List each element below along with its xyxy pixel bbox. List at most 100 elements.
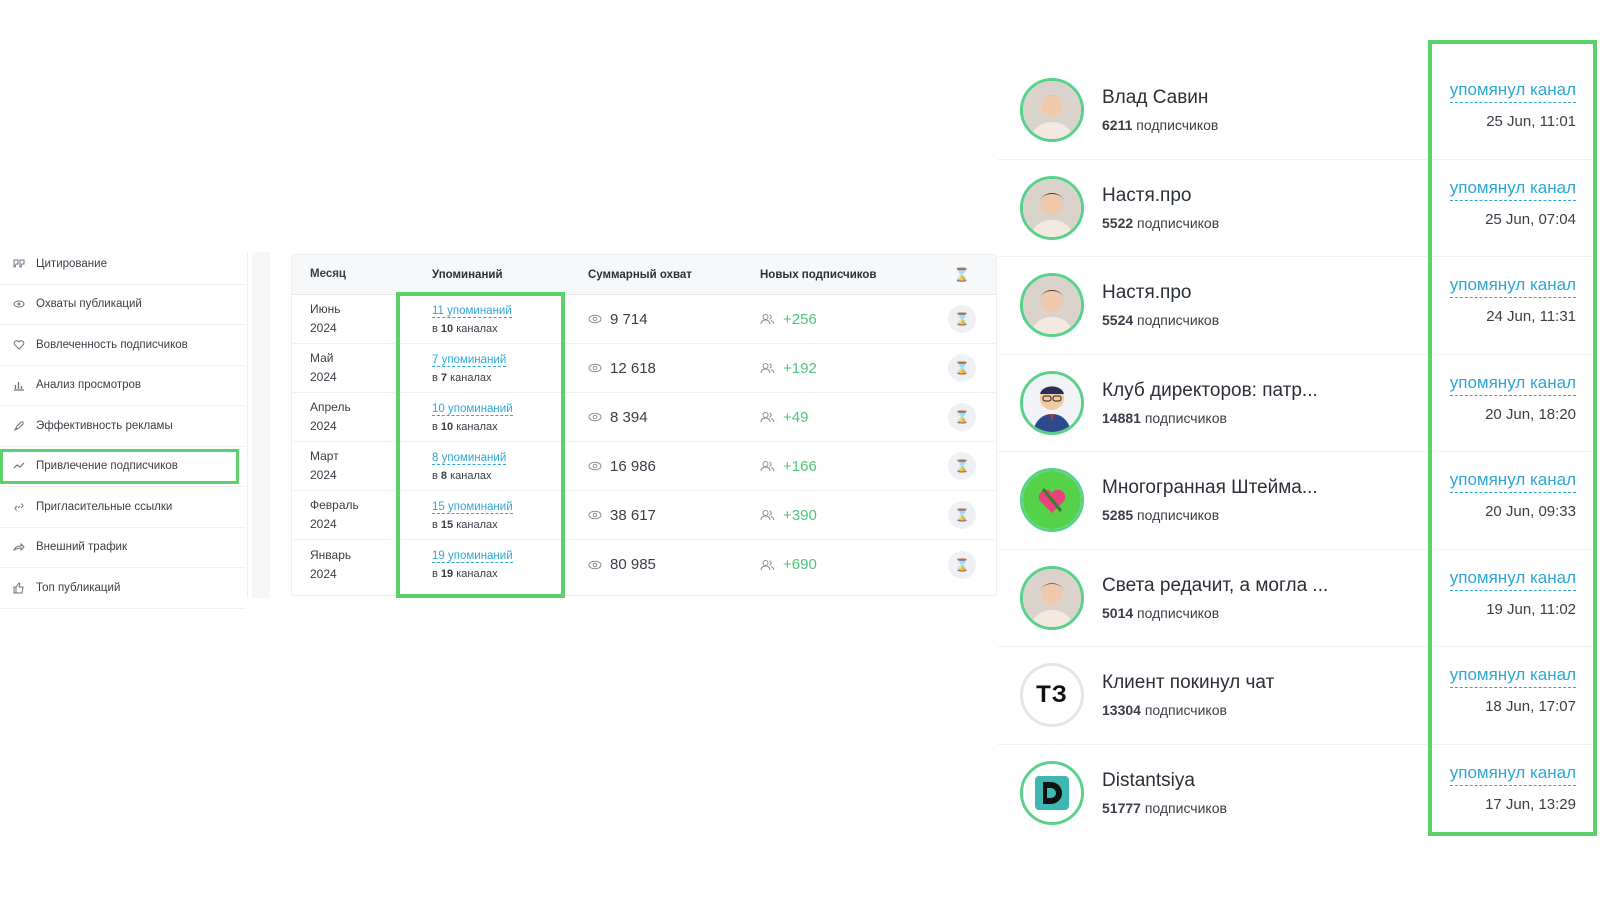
mentions-link[interactable]: 7 упоминаний xyxy=(432,353,507,367)
month-name: Май xyxy=(310,351,334,365)
avatar[interactable] xyxy=(1020,273,1084,338)
avatar-text: ТЗ xyxy=(1036,681,1068,709)
mentions-link[interactable]: 8 упоминаний xyxy=(432,451,507,465)
row-action-button[interactable]: ⌛ xyxy=(948,403,976,431)
sidebar-item-invite-links[interactable]: Пригласительные ссылки xyxy=(0,487,245,528)
row-new-subs: +166 xyxy=(752,458,932,475)
list-item[interactable]: Многогранная Штейма... 5285 подписчиков уп… xyxy=(998,452,1598,550)
mention-link[interactable]: упомянул канал xyxy=(1449,373,1576,396)
row-action-button[interactable]: ⌛ xyxy=(948,550,976,579)
row-month: Март 2024 xyxy=(292,447,408,485)
sidebar-item-label: Внешний трафик xyxy=(36,541,128,554)
avatar[interactable] xyxy=(1020,370,1084,435)
mention-link[interactable]: упомянул канал xyxy=(1449,763,1576,786)
mention-link[interactable]: упомянул канал xyxy=(1449,568,1576,591)
avatar[interactable] xyxy=(1020,468,1084,533)
sidebar-item-citations[interactable]: Цитирование xyxy=(0,244,245,285)
list-item[interactable]: Влад Савин 6211 подписчиков упомянул канал… xyxy=(998,62,1598,160)
sidebar-item-label: Цитирование xyxy=(36,257,107,270)
list-item[interactable]: ТЗ Клиент покинул чат 13304 подписчиков упо… xyxy=(998,647,1598,745)
row-mentions: 11 упоминаний в 10 каналах xyxy=(408,301,580,338)
avatar[interactable] xyxy=(1020,761,1084,826)
list-item[interactable]: Настя.про 5524 подписчиков упомянул канал 2… xyxy=(998,257,1598,355)
row-action-button[interactable]: ⌛ xyxy=(948,452,976,480)
row-mentions: 7 упоминаний в 7 каналах xyxy=(408,350,580,387)
mention-link[interactable]: упомянул канал xyxy=(1449,275,1576,298)
mentions-link[interactable]: 10 упоминаний xyxy=(432,402,513,416)
eye-icon xyxy=(588,508,602,522)
sidebar-divider xyxy=(247,252,248,598)
channel-name[interactable]: Света редачит, а могла ... xyxy=(1102,575,1422,597)
sidebar-item-label: Охваты публикаций xyxy=(36,298,142,311)
sidebar-item-label: Топ публикаций xyxy=(36,581,121,594)
channel-name[interactable]: Многогранная Штейма... xyxy=(1102,477,1422,499)
mention-link[interactable]: упомянул канал xyxy=(1449,178,1576,201)
header-new-subs[interactable]: Новых подписчиков xyxy=(752,269,932,281)
trend-icon xyxy=(12,459,26,473)
eye-icon xyxy=(12,297,26,311)
users-icon xyxy=(760,459,775,473)
mention-link[interactable]: упомянул канал xyxy=(1449,665,1576,688)
mentions-link[interactable]: 15 упоминаний xyxy=(432,500,513,514)
row-action-button[interactable]: ⌛ xyxy=(948,354,976,382)
mention-date: 24 Jun, 11:31 xyxy=(1486,308,1576,325)
channel-name[interactable]: Клуб директоров: патр... xyxy=(1102,380,1422,402)
sidebar-item-label: Эффективность рекламы xyxy=(36,419,173,432)
mentions-link[interactable]: 11 упоминаний xyxy=(432,304,512,318)
month-name: Март xyxy=(310,449,339,463)
header-mentions[interactable]: Упоминаний xyxy=(408,266,580,284)
row-action-button[interactable]: ⌛ xyxy=(948,501,976,529)
avatar[interactable] xyxy=(1020,565,1084,630)
channel-name[interactable]: Настя.про xyxy=(1102,185,1422,207)
header-month[interactable]: Месяц xyxy=(292,265,408,284)
month-year: 2024 xyxy=(310,566,337,581)
mention-meta: упомянул канал 20 Jun, 18:20 xyxy=(1449,373,1576,423)
mention-link[interactable]: упомянул канал xyxy=(1449,470,1576,493)
subscriber-count: 5522 подписчиков xyxy=(1102,214,1220,231)
sidebar-item-label: Вовлеченность подписчиков xyxy=(36,338,188,351)
sidebar-item-external-traffic[interactable]: Внешний трафик xyxy=(0,528,245,568)
sidebar-item-views[interactable]: Анализ просмотров xyxy=(0,366,245,406)
list-item[interactable]: Настя.про 5522 подписчиков упомянул канал 2… xyxy=(998,160,1598,257)
sidebar-gutter xyxy=(252,252,270,598)
row-reach: 9 714 xyxy=(580,311,752,328)
channels-count: в 7 каналах xyxy=(432,371,492,384)
month-name: Июнь xyxy=(310,302,341,316)
mention-meta: упомянул канал 20 Jun, 09:33 xyxy=(1449,470,1576,520)
channel-info: Настя.про 5522 подписчиков xyxy=(1102,185,1422,231)
list-item[interactable]: Клуб директоров: патр... 14881 подписчико… xyxy=(998,355,1598,452)
sidebar-item-ads[interactable]: Эффективность рекламы xyxy=(0,406,245,447)
subscriber-count: 51777 подписчиков xyxy=(1102,800,1227,817)
channel-name[interactable]: Влад Савин xyxy=(1102,87,1422,109)
row-action-button[interactable]: ⌛ xyxy=(948,305,976,333)
list-item[interactable]: Света редачит, а могла ... 5014 подписчик… xyxy=(998,550,1598,647)
row-month: Май 2024 xyxy=(292,349,408,387)
sidebar-item-subscribers[interactable]: Привлечение подписчиков xyxy=(0,447,245,487)
channel-name[interactable]: Настя.про xyxy=(1102,282,1422,304)
hourglass-icon: ⌛ xyxy=(954,508,970,522)
thumbs-up-icon xyxy=(12,581,26,595)
sidebar-nav: Цитирование Охваты публикаций Вовлеченно… xyxy=(0,244,245,609)
channel-info: Влад Савин 6211 подписчиков xyxy=(1102,87,1422,133)
hourglass-icon: ⌛ xyxy=(954,557,970,572)
avatar[interactable] xyxy=(1020,78,1084,143)
month-year: 2024 xyxy=(310,419,337,433)
mention-link[interactable]: упомянул канал xyxy=(1449,80,1576,103)
avatar[interactable]: ТЗ xyxy=(1020,663,1084,728)
channel-name[interactable]: Клиент покинул чат xyxy=(1102,672,1422,694)
header-reach[interactable]: Суммарный охват xyxy=(580,269,752,281)
sidebar-item-reach[interactable]: Охваты публикаций xyxy=(0,285,245,325)
list-item[interactable]: Distantsiya 51777 подписчиков упомянул кан… xyxy=(998,745,1598,843)
heart-icon xyxy=(12,338,26,352)
new-subs-value: +690 xyxy=(783,556,817,573)
new-subs-value: +390 xyxy=(783,506,817,524)
quote-icon xyxy=(12,257,26,271)
avatar[interactable] xyxy=(1020,175,1084,240)
reach-value: 12 618 xyxy=(610,359,656,377)
mentions-link[interactable]: 19 упоминаний xyxy=(432,550,513,563)
row-new-subs: +390 xyxy=(752,507,932,524)
mention-meta: упомянул канал 25 Jun, 07:04 xyxy=(1449,178,1576,228)
channel-name[interactable]: Distantsiya xyxy=(1102,770,1422,792)
sidebar-item-top-posts[interactable]: Топ публикаций xyxy=(0,568,245,609)
sidebar-item-engagement[interactable]: Вовлеченность подписчиков xyxy=(0,325,245,366)
